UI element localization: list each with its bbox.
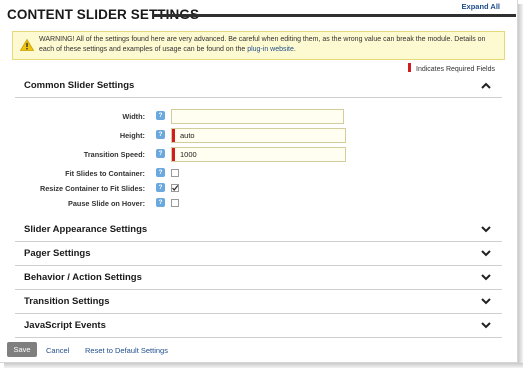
required-marker: [172, 148, 175, 161]
chevron-down-icon[interactable]: [481, 322, 491, 329]
section-pager-settings[interactable]: Pager Settings: [15, 242, 502, 266]
help-icon[interactable]: ?: [156, 149, 165, 158]
chevron-down-icon[interactable]: [481, 250, 491, 257]
section-slider-appearance-settings[interactable]: Slider Appearance Settings: [15, 218, 502, 242]
section-title: Slider Appearance Settings: [24, 224, 148, 235]
help-icon[interactable]: ?: [156, 130, 165, 139]
help-icon[interactable]: ?: [156, 111, 165, 120]
expand-all-link[interactable]: Expand All: [462, 2, 500, 11]
panel-shadow-bottom: [4, 363, 523, 368]
height-label: Height:: [119, 131, 145, 140]
resize-container-label: Resize Container to Fit Slides:: [39, 184, 145, 193]
chevron-down-icon[interactable]: [481, 226, 491, 233]
help-icon[interactable]: ?: [156, 198, 165, 207]
reset-to-default-link[interactable]: Reset to Default Settings: [85, 346, 168, 355]
chevron-down-icon[interactable]: [481, 298, 491, 305]
plugin-website-link[interactable]: plug-in website: [247, 46, 294, 53]
pause-on-hover-checkbox[interactable]: [171, 199, 179, 207]
warning-suffix: .: [293, 46, 296, 53]
settings-panel: CONTENT SLIDER SETTINGS Expand All WARNI…: [0, 0, 518, 363]
help-icon[interactable]: ?: [156, 168, 165, 177]
section-title: Pager Settings: [24, 248, 91, 259]
required-legend-text: Indicates Required Fields: [416, 66, 495, 73]
section-title: Transition Settings: [24, 296, 110, 307]
resize-container-checkbox[interactable]: [171, 184, 179, 192]
fit-slides-checkbox[interactable]: [171, 169, 179, 177]
width-label: Width:: [122, 112, 145, 121]
height-input[interactable]: [171, 128, 346, 143]
section-common-slider-settings[interactable]: Common Slider Settings: [15, 74, 502, 98]
title-rule: [152, 14, 516, 17]
save-button[interactable]: Save: [7, 342, 37, 357]
pause-on-hover-label: Pause Slide on Hover:: [67, 199, 145, 208]
warning-triangle-icon: [20, 39, 34, 51]
section-title: Behavior / Action Settings: [24, 272, 142, 283]
checkmark-icon: [172, 185, 179, 192]
required-legend: Indicates Required Fields: [408, 63, 495, 73]
transition-speed-label: Transition Speed:: [83, 150, 145, 159]
warning-box: WARNING! All of the settings found here …: [12, 31, 505, 60]
section-behavior-action-settings[interactable]: Behavior / Action Settings: [15, 266, 502, 290]
warning-text: WARNING! All of the settings found here …: [39, 35, 501, 55]
fit-slides-label: Fit Slides to Container:: [65, 169, 145, 178]
width-input[interactable]: [171, 109, 344, 124]
required-marker: [172, 129, 175, 142]
section-javascript-events[interactable]: JavaScript Events: [15, 314, 502, 338]
section-title: Common Slider Settings: [24, 80, 135, 91]
help-icon[interactable]: ?: [156, 183, 165, 192]
transition-speed-input[interactable]: [171, 147, 346, 162]
required-marker: [408, 63, 411, 72]
chevron-up-icon[interactable]: [481, 82, 491, 89]
panel-shadow-right: [518, 4, 523, 366]
section-transition-settings[interactable]: Transition Settings: [15, 290, 502, 314]
section-title: JavaScript Events: [24, 320, 106, 331]
chevron-down-icon[interactable]: [481, 274, 491, 281]
cancel-link[interactable]: Cancel: [46, 346, 69, 355]
